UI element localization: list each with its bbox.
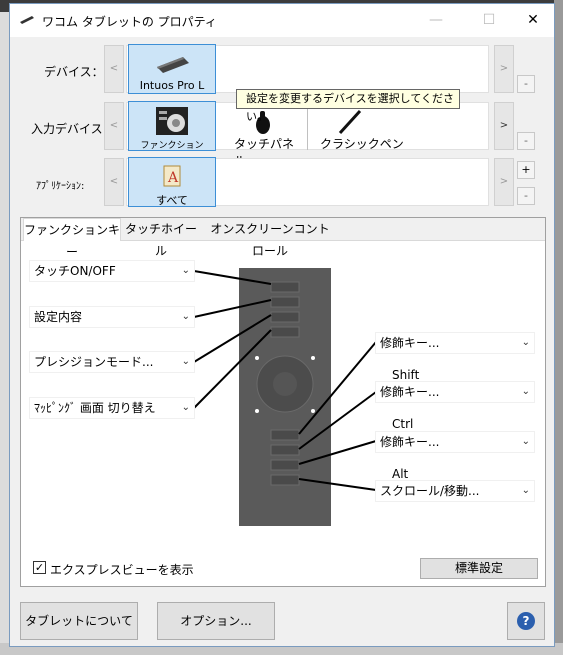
default-settings-button[interactable]: 標準設定 <box>420 558 538 579</box>
options-button[interactable]: オプション... <box>157 602 275 640</box>
chevron-down-icon: ⌄ <box>181 402 190 413</box>
dropdown-modifier-ctrl-label: 修飾キー... <box>380 385 440 399</box>
dropdown-modifier-alt-label: 修飾キー... <box>380 435 440 449</box>
chevron-down-icon: ⌄ <box>181 311 190 322</box>
app-remove-button[interactable]: - <box>517 187 535 205</box>
dropdown-mapping-toggle-label: ﾏｯﾋﾟﾝｸﾞ 画面 切り替え <box>34 401 156 415</box>
help-button[interactable]: ? <box>507 602 545 640</box>
minimize-button[interactable]: — <box>413 4 459 37</box>
device-tile-label: Intuos Pro L <box>139 79 205 92</box>
dropdown-settings-label: 設定内容 <box>34 310 83 324</box>
background-edge <box>554 0 563 655</box>
device-select-tooltip: 設定を変更するデバイスを選択してください。 <box>236 89 460 123</box>
dropdown-precision-mode[interactable]: プレシジョンモード... ⌄ <box>29 351 195 373</box>
expressview-label: エクスプレスビューを表示 <box>50 563 194 577</box>
input-tile-function[interactable]: ファンクション <box>128 101 216 151</box>
all-apps-icon: A <box>163 165 181 187</box>
maximize-button[interactable]: ☐ <box>466 4 512 37</box>
about-tablet-button[interactable]: タブレットについて <box>20 602 138 640</box>
dropdown-mapping-toggle[interactable]: ﾏｯﾋﾟﾝｸﾞ 画面 切り替え ⌄ <box>29 397 195 419</box>
app-row-label: ｱﾌﾟﾘｹｰｼｮﾝ: <box>36 181 85 192</box>
express-key-1 <box>270 281 300 293</box>
dropdown-precision-mode-label: プレシジョンモード... <box>34 355 154 369</box>
dropdown-scroll-move[interactable]: スクロール/移動... ⌄ <box>375 480 535 502</box>
input-row-label: 入力デバイス: <box>31 122 107 136</box>
window-title: ワコム タブレットの プロパティ <box>42 15 217 29</box>
device-prev-button[interactable]: < <box>104 45 124 93</box>
device-next-button[interactable]: > <box>494 45 514 93</box>
modifier-ctrl-value: Ctrl <box>392 417 414 431</box>
dropdown-touch-toggle-label: タッチON/OFF <box>34 264 116 278</box>
expressview-checkbox[interactable]: ✓ <box>33 561 46 574</box>
express-key-4 <box>270 326 300 338</box>
chevron-down-icon: ⌄ <box>181 265 190 276</box>
modifier-alt-value: Alt <box>392 467 409 481</box>
input-remove-button[interactable]: - <box>517 132 535 150</box>
express-key-3 <box>270 311 300 323</box>
express-key-6 <box>270 444 300 456</box>
chevron-down-icon: ⌄ <box>181 356 190 367</box>
pen-tile-label: クラシックペン <box>320 137 404 151</box>
function-tile-label: ファンクション <box>140 141 204 151</box>
title-bar: ワコム タブレットの プロパティ — ☐ ✕ <box>10 4 554 37</box>
dropdown-modifier-shift[interactable]: 修飾キー... ⌄ <box>375 332 535 354</box>
express-key-7 <box>270 459 300 471</box>
device-tile-intuos[interactable]: Intuos Pro L <box>128 44 216 94</box>
chevron-down-icon: ⌄ <box>521 386 530 397</box>
input-next-button[interactable]: > <box>494 102 514 150</box>
device-remove-button[interactable]: - <box>517 75 535 93</box>
device-row-label: デバイス： <box>44 65 104 79</box>
input-prev-button[interactable]: < <box>104 102 124 150</box>
express-key-8 <box>270 474 300 486</box>
app-prev-button[interactable]: < <box>104 158 124 206</box>
properties-window: ワコム タブレットの プロパティ — ☐ ✕ デバイス： < Intuos Pr… <box>9 3 555 647</box>
settings-panel: ファンクションキー タッチホイール オンスクリーンコントロール タッチON/OF… <box>20 217 546 587</box>
app-add-button[interactable]: + <box>517 161 535 179</box>
dropdown-scroll-move-label: スクロール/移動... <box>380 484 480 498</box>
input-tile-pen[interactable]: クラシックペン <box>314 103 404 151</box>
input-divider <box>307 104 308 150</box>
tablet-app-icon <box>20 16 34 24</box>
function-keys-icon <box>156 107 188 135</box>
chevron-down-icon: ⌄ <box>521 337 530 348</box>
dropdown-touch-toggle[interactable]: タッチON/OFF ⌄ <box>29 260 195 282</box>
svg-text:A: A <box>167 170 179 186</box>
dropdown-modifier-shift-label: 修飾キー... <box>380 336 440 350</box>
express-key-5 <box>270 429 300 441</box>
dropdown-settings[interactable]: 設定内容 ⌄ <box>29 306 195 328</box>
close-button[interactable]: ✕ <box>510 4 556 37</box>
app-tile-label: すべて <box>156 194 188 207</box>
dropdown-modifier-alt[interactable]: 修飾キー... ⌄ <box>375 431 535 453</box>
pen-icon <box>338 109 362 135</box>
chevron-down-icon: ⌄ <box>521 436 530 447</box>
help-icon: ? <box>517 612 535 630</box>
tablet-device-icon <box>157 57 189 73</box>
app-next-button[interactable]: > <box>494 158 514 206</box>
dropdown-modifier-ctrl[interactable]: 修飾キー... ⌄ <box>375 381 535 403</box>
express-key-2 <box>270 296 300 308</box>
modifier-shift-value: Shift <box>392 368 420 382</box>
touch-ring-center <box>273 372 297 396</box>
chevron-down-icon: ⌄ <box>521 485 530 496</box>
app-tile-all[interactable]: A すべて <box>128 157 216 207</box>
